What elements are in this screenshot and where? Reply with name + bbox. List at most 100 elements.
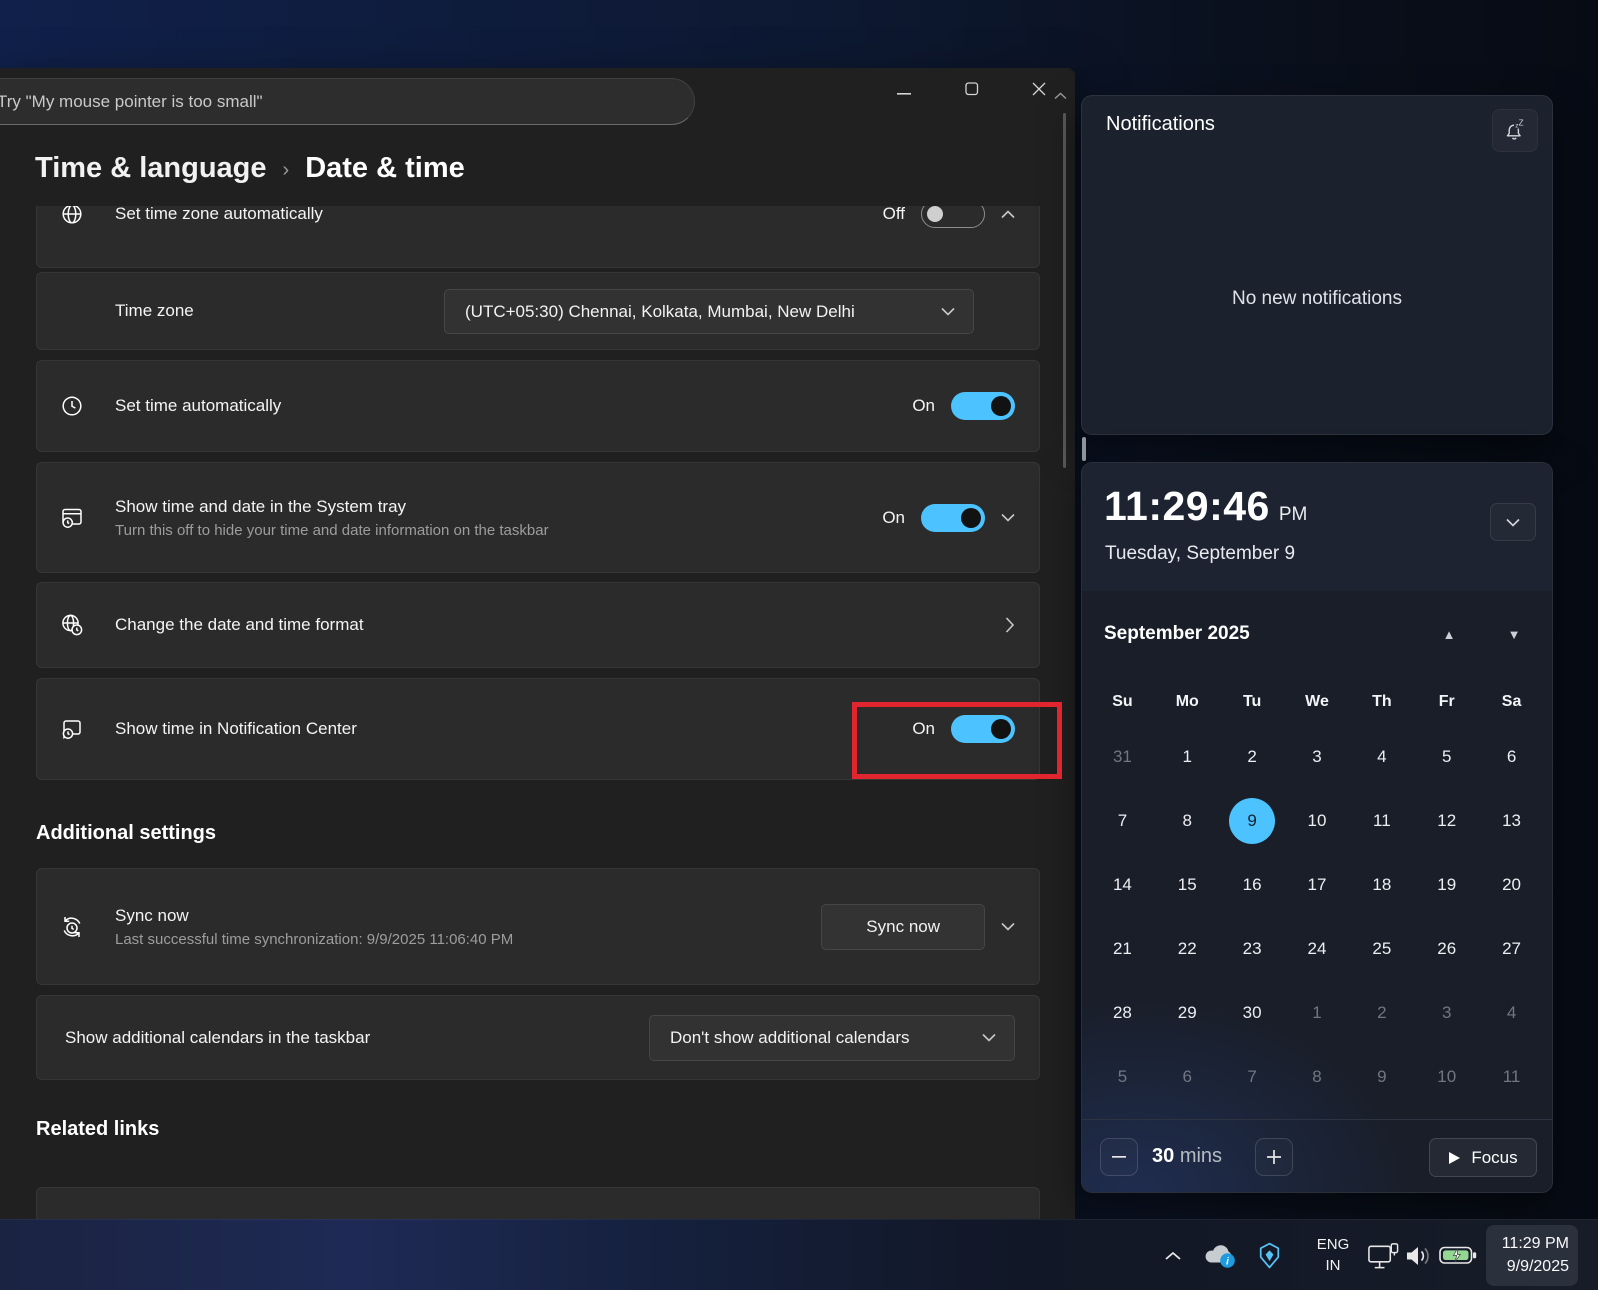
chevron-up-icon[interactable] [1001,210,1015,219]
calendar-day[interactable]: 17 [1294,862,1340,908]
onedrive-tray-icon[interactable]: i [1200,1220,1240,1290]
calendar-day[interactable]: 9 [1359,1054,1405,1100]
focus-start-button[interactable]: Focus [1429,1138,1537,1177]
calendar-day-header: Sa [1502,693,1522,711]
calendar-day[interactable]: 19 [1424,862,1470,908]
calendar-day[interactable]: 3 [1424,990,1470,1036]
calendar-day[interactable]: 6 [1164,1054,1210,1100]
scrollbar-up-icon[interactable] [1054,92,1067,100]
calendar-day[interactable]: 4 [1489,990,1535,1036]
calendar-day[interactable]: 11 [1489,1054,1535,1100]
calendar-day[interactable]: 1 [1294,990,1340,1036]
desktop: Try "My mouse pointer is too small" Time… [0,0,1598,1290]
calendar-day[interactable]: 23 [1229,926,1275,972]
calendar-day[interactable]: 5 [1099,1054,1145,1100]
maximize-button[interactable] [949,74,994,108]
calendar-day[interactable]: 26 [1424,926,1470,972]
system-tray-time-toggle[interactable] [921,504,985,532]
minimize-button[interactable] [882,74,927,108]
calendar-day[interactable]: 10 [1294,798,1340,844]
additional-calendars-select[interactable]: Don't show additional calendars [649,1015,1015,1061]
calendar-day[interactable]: 12 [1424,798,1470,844]
calendar-day[interactable]: 24 [1294,926,1340,972]
language-indicator[interactable]: ENG IN [1305,1220,1361,1290]
focus-duration: 30 mins [1152,1145,1222,1168]
calendar-day[interactable]: 10 [1424,1054,1470,1100]
sync-now-button[interactable]: Sync now [821,904,985,950]
calendar-next-month-icon[interactable]: ▼ [1503,627,1525,642]
calendar-day[interactable]: 8 [1164,798,1210,844]
tray-app-button[interactable] [1249,1220,1289,1290]
calendar-day[interactable]: 21 [1099,926,1145,972]
calendar-day[interactable]: 20 [1489,862,1535,908]
calendar-day[interactable]: 14 [1099,862,1145,908]
calendar-day[interactable]: 13 [1489,798,1535,844]
calendar-grid: SuMoTuWeThFrSa31123456789101112131415161… [1090,679,1544,1109]
setting-row-notification-center-time[interactable]: Show time in Notification Center On [36,678,1040,780]
calendar-day[interactable]: 7 [1099,798,1145,844]
calendar-day[interactable]: 8 [1294,1054,1340,1100]
calendar-prev-month-icon[interactable]: ▲ [1438,627,1460,642]
taskbar-clock[interactable]: 11:29 PM 9/9/2025 [1486,1225,1578,1286]
calendar-day[interactable]: 11 [1359,798,1405,844]
display-tray-button[interactable] [1364,1220,1402,1290]
do-not-disturb-button[interactable]: z Z [1492,109,1538,152]
calendar-day[interactable]: 3 [1294,734,1340,780]
notification-center-time-toggle[interactable] [951,715,1015,743]
battery-tray-button[interactable] [1437,1220,1479,1290]
setting-row-time-zone: Time zone (UTC+05:30) Chennai, Kolkata, … [36,272,1040,350]
setting-row-set-time-zone-auto[interactable]: Set time zone automatically Off [36,206,1040,268]
calendar-day[interactable]: 7 [1229,1054,1275,1100]
calendar-day[interactable]: 18 [1359,862,1405,908]
focus-decrease-button[interactable] [1100,1138,1138,1176]
calendar-day[interactable]: 2 [1229,734,1275,780]
breadcrumb-time-language[interactable]: Time & language [35,152,267,185]
clock-icon [59,393,85,419]
volume-tray-button[interactable] [1401,1220,1437,1290]
settings-search-input[interactable]: Try "My mouse pointer is too small" [0,78,695,125]
globe-icon [59,206,85,227]
setting-row-sync-now: Sync now Last successful time synchroniz… [36,868,1040,985]
section-related-links: Related links [36,1118,159,1141]
setting-row-date-time-format[interactable]: Change the date and time format [36,582,1040,668]
settings-content: Set time zone automatically Off Time zon… [0,206,1075,1219]
globe-clock-icon [59,612,85,638]
chevron-down-icon[interactable] [1001,513,1015,522]
no-notifications-message: No new notifications [1082,288,1552,310]
related-links-card[interactable] [36,1187,1040,1219]
calendar-day[interactable]: 27 [1489,926,1535,972]
set-time-zone-auto-toggle[interactable] [921,206,985,228]
focus-increase-button[interactable] [1255,1138,1293,1176]
set-time-auto-toggle[interactable] [951,392,1015,420]
calendar-day[interactable]: 30 [1229,990,1275,1036]
collapse-calendar-button[interactable] [1490,503,1536,541]
row-label: Change the date and time format [115,615,364,635]
calendar-day[interactable]: 28 [1099,990,1145,1036]
time-zone-select[interactable]: (UTC+05:30) Chennai, Kolkata, Mumbai, Ne… [444,289,974,334]
calendar-day[interactable]: 16 [1229,862,1275,908]
monitor-plug-icon [1367,1241,1400,1271]
close-button[interactable] [1016,74,1061,108]
calendar-day[interactable]: 5 [1424,734,1470,780]
row-label: Show additional calendars in the taskbar [65,1028,370,1048]
calendar-day-header: We [1305,693,1329,711]
calendar-day-selected[interactable]: 9 [1229,798,1275,844]
scrollbar-thumb[interactable] [1063,113,1066,468]
chevron-down-icon[interactable] [1001,922,1015,931]
current-date: Tuesday, September 9 [1105,543,1295,565]
calendar-day[interactable]: 2 [1359,990,1405,1036]
calendar-day[interactable]: 6 [1489,734,1535,780]
calendar-day[interactable]: 25 [1359,926,1405,972]
row-label: Sync now [115,906,513,926]
calendar-day[interactable]: 31 [1099,734,1145,780]
focus-button-label: Focus [1471,1148,1517,1168]
setting-row-set-time-auto[interactable]: Set time automatically On [36,360,1040,452]
calendar-day[interactable]: 1 [1164,734,1210,780]
tray-overflow-button[interactable] [1158,1220,1188,1290]
calendar-day[interactable]: 22 [1164,926,1210,972]
calendar-day[interactable]: 4 [1359,734,1405,780]
calendar-day[interactable]: 15 [1164,862,1210,908]
calendar-day[interactable]: 29 [1164,990,1210,1036]
tray-app-icon [1254,1240,1285,1271]
setting-row-system-tray-time[interactable]: Show time and date in the System tray Tu… [36,462,1040,573]
